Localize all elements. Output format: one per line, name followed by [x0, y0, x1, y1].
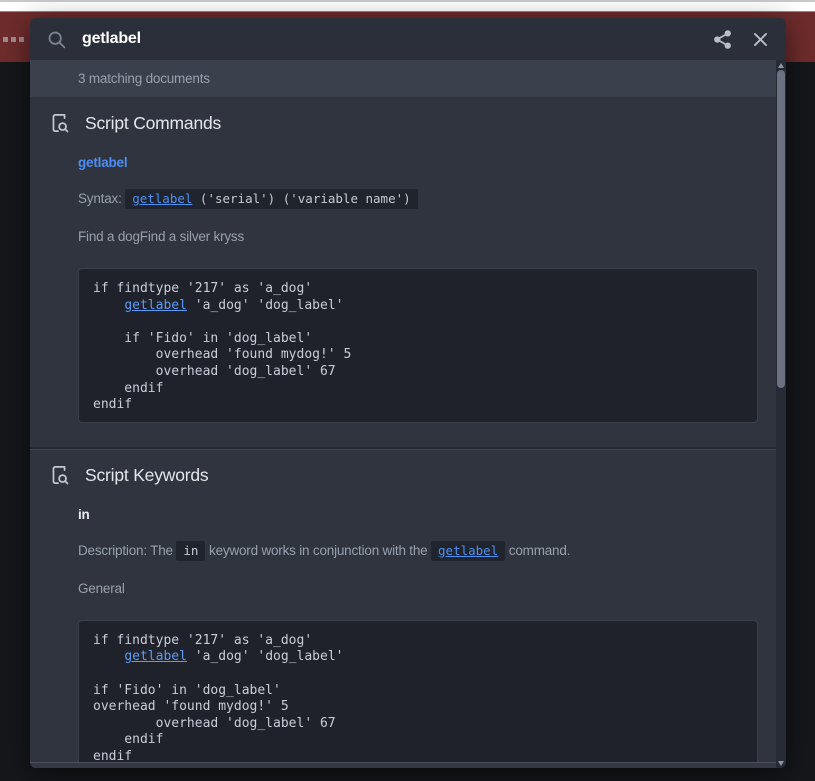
file-search-icon [48, 112, 71, 135]
results-scrollbar[interactable] [776, 60, 786, 768]
syntax-code-chip: getlabel ('serial') ('variable name') [125, 189, 417, 209]
syntax-line: Syntax: getlabel ('serial') ('variable n… [78, 190, 758, 208]
match-count-row: 3 matching documents [30, 60, 776, 97]
keyword-subheading: General [78, 580, 758, 598]
browser-top-strip [0, 0, 815, 12]
code-line [93, 314, 743, 331]
search-icon [46, 29, 67, 50]
code-line: overhead 'dog_label' 67 [93, 716, 743, 733]
code-getlabel-link[interactable]: getlabel [124, 298, 187, 313]
results-viewport: 3 matching documents Script Commands [30, 60, 786, 768]
keyword-term: in [78, 507, 90, 522]
code-line: if findtype '217' as 'a_dog' [93, 281, 743, 298]
getlabel-code-chip: getlabel [431, 541, 505, 561]
in-code-chip: in [176, 541, 205, 561]
scrollbar-thumb[interactable] [777, 70, 785, 388]
desc-getlabel-link[interactable]: getlabel [438, 543, 498, 558]
syntax-label: Syntax: [78, 191, 122, 206]
code-line: getlabel 'a_dog' 'dog_label' [93, 649, 743, 666]
code-line: endif [93, 732, 743, 749]
search-modal: 3 matching documents Script Commands [30, 18, 786, 768]
close-icon [751, 30, 770, 49]
close-button[interactable] [751, 30, 770, 49]
command-term-link[interactable]: getlabel [78, 155, 127, 170]
search-bar [30, 18, 786, 60]
code-line [93, 666, 743, 683]
code-line: overhead 'dog_label' 67 [93, 364, 743, 381]
syntax-getlabel-link[interactable]: getlabel [132, 191, 192, 206]
code-line: endif [93, 397, 743, 414]
scrollbar-up-arrow-icon[interactable] [776, 61, 786, 69]
code-line: if 'Fido' in 'dog_label' [93, 683, 743, 700]
result-section-script-keywords: Script Keywords in Description: The in k… [30, 447, 776, 762]
code-block: if findtype '217' as 'a_dog' getlabel 'a… [78, 268, 758, 423]
code-line: endif [93, 749, 743, 762]
search-input[interactable] [82, 30, 694, 48]
code-line: overhead 'found mydog!' 5 [93, 699, 743, 716]
code-line: endif [93, 381, 743, 398]
share-button[interactable] [712, 29, 733, 50]
code-block: if findtype '217' as 'a_dog' getlabel 'a… [78, 620, 758, 762]
code-line: overhead 'found mydog!' 5 [93, 347, 743, 364]
file-search-icon [48, 464, 71, 487]
share-icon [712, 29, 733, 50]
result-section-script-commands: Script Commands getlabel Syntax: getlabe… [30, 97, 776, 447]
overflow-dots-icon [3, 37, 24, 42]
section-title: Script Commands [85, 113, 221, 134]
code-line: getlabel 'a_dog' 'dog_label' [93, 298, 743, 315]
match-count-text: 3 matching documents [78, 71, 210, 86]
code-line: if 'Fido' in 'dog_label' [93, 331, 743, 348]
keyword-description: Description: The in keyword works in con… [78, 542, 758, 560]
code-getlabel-link[interactable]: getlabel [124, 649, 187, 664]
scrollbar-down-arrow-icon[interactable] [776, 759, 786, 767]
command-summary: Find a dogFind a silver kryss [78, 228, 758, 246]
code-line: if findtype '217' as 'a_dog' [93, 633, 743, 650]
section-title: Script Keywords [85, 465, 208, 486]
results-list: Script Commands getlabel Syntax: getlabe… [30, 97, 776, 762]
modal-bottom-strip [30, 762, 776, 768]
